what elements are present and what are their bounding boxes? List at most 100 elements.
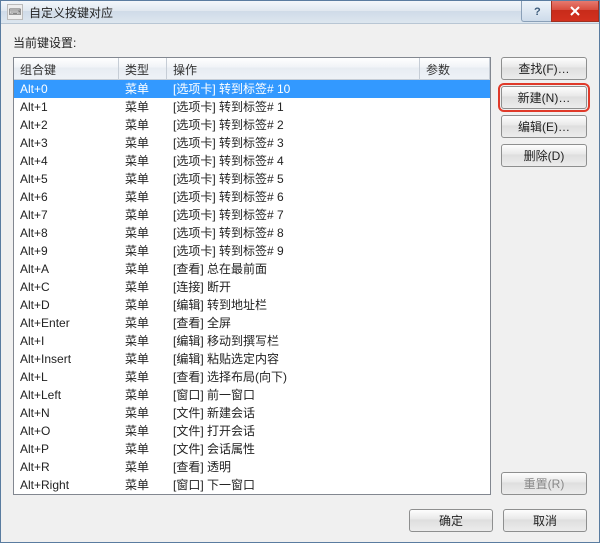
main-content: 组合键 类型 操作 参数 Alt+0菜单[选项卡] 转到标签# 10Alt+1菜…	[13, 57, 587, 495]
cell-type: 菜单	[119, 404, 167, 422]
cell-op: [文件] 新建会话	[167, 404, 420, 422]
cell-key: Alt+5	[14, 170, 119, 188]
cell-key: Alt+8	[14, 224, 119, 242]
cell-key: Alt+4	[14, 152, 119, 170]
cell-op: [窗口] 下一窗口	[167, 476, 420, 494]
app-icon: ⌨	[7, 4, 23, 20]
list-header: 组合键 类型 操作 参数	[14, 58, 490, 80]
cell-type: 菜单	[119, 116, 167, 134]
close-button[interactable]	[551, 1, 599, 22]
help-button[interactable]: ?	[521, 1, 551, 22]
side-spacer	[501, 173, 587, 466]
column-header-type[interactable]: 类型	[119, 58, 167, 79]
cell-op: [选项卡] 转到标签# 1	[167, 98, 420, 116]
edit-button[interactable]: 编辑(E)…	[501, 115, 587, 138]
bottom-buttons: 确定 取消	[13, 495, 587, 532]
cell-type: 菜单	[119, 134, 167, 152]
cell-param	[420, 296, 490, 314]
table-row[interactable]: Alt+L菜单[查看] 选择布局(向下)	[14, 368, 490, 386]
cancel-button[interactable]: 取消	[503, 509, 587, 532]
column-header-param[interactable]: 参数	[420, 58, 490, 79]
cell-type: 菜单	[119, 260, 167, 278]
table-row[interactable]: Alt+R菜单[查看] 透明	[14, 458, 490, 476]
cell-op: [查看] 透明	[167, 458, 420, 476]
ok-button[interactable]: 确定	[409, 509, 493, 532]
table-row[interactable]: Alt+O菜单[文件] 打开会话	[14, 422, 490, 440]
cell-param	[420, 404, 490, 422]
table-row[interactable]: Alt+5菜单[选项卡] 转到标签# 5	[14, 170, 490, 188]
cell-param	[420, 332, 490, 350]
cell-type: 菜单	[119, 170, 167, 188]
cell-op: [选项卡] 转到标签# 5	[167, 170, 420, 188]
table-row[interactable]: Alt+N菜单[文件] 新建会话	[14, 404, 490, 422]
cell-param	[420, 476, 490, 494]
find-button[interactable]: 查找(F)…	[501, 57, 587, 80]
cell-type: 菜单	[119, 440, 167, 458]
cell-param	[420, 188, 490, 206]
cell-param	[420, 278, 490, 296]
column-header-key[interactable]: 组合键	[14, 58, 119, 79]
cell-op: [选项卡] 转到标签# 8	[167, 224, 420, 242]
cell-op: [文件] 会话属性	[167, 440, 420, 458]
table-row[interactable]: Alt+0菜单[选项卡] 转到标签# 10	[14, 80, 490, 98]
cell-op: [选项卡] 转到标签# 6	[167, 188, 420, 206]
svg-text:?: ?	[534, 6, 541, 17]
table-row[interactable]: Alt+Left菜单[窗口] 前一窗口	[14, 386, 490, 404]
cell-op: [编辑] 移动到撰写栏	[167, 332, 420, 350]
current-keys-label: 当前键设置:	[13, 34, 587, 51]
list-body[interactable]: Alt+0菜单[选项卡] 转到标签# 10Alt+1菜单[选项卡] 转到标签# …	[14, 80, 490, 494]
cell-type: 菜单	[119, 242, 167, 260]
table-row[interactable]: Alt+Right菜单[窗口] 下一窗口	[14, 476, 490, 494]
cell-key: Alt+2	[14, 116, 119, 134]
cell-type: 菜单	[119, 368, 167, 386]
cell-op: [文件] 打开会话	[167, 422, 420, 440]
cell-op: [查看] 总在最前面	[167, 260, 420, 278]
table-row[interactable]: Alt+P菜单[文件] 会话属性	[14, 440, 490, 458]
key-list[interactable]: 组合键 类型 操作 参数 Alt+0菜单[选项卡] 转到标签# 10Alt+1菜…	[13, 57, 491, 495]
reset-button[interactable]: 重置(R)	[501, 472, 587, 495]
table-row[interactable]: Alt+1菜单[选项卡] 转到标签# 1	[14, 98, 490, 116]
cell-type: 菜单	[119, 332, 167, 350]
table-row[interactable]: Alt+Enter菜单[查看] 全屏	[14, 314, 490, 332]
table-row[interactable]: Alt+2菜单[选项卡] 转到标签# 2	[14, 116, 490, 134]
cell-key: Alt+0	[14, 80, 119, 98]
table-row[interactable]: Alt+9菜单[选项卡] 转到标签# 9	[14, 242, 490, 260]
table-row[interactable]: Alt+A菜单[查看] 总在最前面	[14, 260, 490, 278]
cell-type: 菜单	[119, 278, 167, 296]
titlebar-buttons: ?	[521, 1, 599, 22]
delete-button[interactable]: 删除(D)	[501, 144, 587, 167]
cell-op: [查看] 选择布局(向下)	[167, 368, 420, 386]
table-row[interactable]: Alt+C菜单[连接] 断开	[14, 278, 490, 296]
table-row[interactable]: Alt+4菜单[选项卡] 转到标签# 4	[14, 152, 490, 170]
table-row[interactable]: Alt+Insert菜单[编辑] 粘贴选定内容	[14, 350, 490, 368]
table-row[interactable]: Alt+I菜单[编辑] 移动到撰写栏	[14, 332, 490, 350]
cell-op: [选项卡] 转到标签# 10	[167, 80, 420, 98]
cell-key: Alt+A	[14, 260, 119, 278]
column-header-op[interactable]: 操作	[167, 58, 420, 79]
cell-op: [编辑] 转到地址栏	[167, 296, 420, 314]
table-row[interactable]: Alt+D菜单[编辑] 转到地址栏	[14, 296, 490, 314]
side-buttons: 查找(F)… 新建(N)… 编辑(E)… 删除(D) 重置(R)	[501, 57, 587, 495]
cell-op: [窗口] 前一窗口	[167, 386, 420, 404]
cell-key: Alt+Right	[14, 476, 119, 494]
cell-key: Alt+R	[14, 458, 119, 476]
cell-op: [编辑] 粘贴选定内容	[167, 350, 420, 368]
dialog-window: ⌨ 自定义按键对应 ? 当前键设置: 组合键 类型 操作 参数 Alt+0菜单[…	[0, 0, 600, 543]
cell-param	[420, 152, 490, 170]
cell-param	[420, 134, 490, 152]
new-button[interactable]: 新建(N)…	[501, 86, 587, 109]
window-title: 自定义按键对应	[29, 4, 113, 21]
table-row[interactable]: Alt+7菜单[选项卡] 转到标签# 7	[14, 206, 490, 224]
cell-type: 菜单	[119, 350, 167, 368]
cell-key: Alt+O	[14, 422, 119, 440]
table-row[interactable]: Alt+3菜单[选项卡] 转到标签# 3	[14, 134, 490, 152]
cell-type: 菜单	[119, 386, 167, 404]
cell-type: 菜单	[119, 152, 167, 170]
cell-type: 菜单	[119, 188, 167, 206]
cell-key: Alt+L	[14, 368, 119, 386]
cell-param	[420, 242, 490, 260]
table-row[interactable]: Alt+6菜单[选项卡] 转到标签# 6	[14, 188, 490, 206]
cell-param	[420, 116, 490, 134]
cell-type: 菜单	[119, 224, 167, 242]
table-row[interactable]: Alt+8菜单[选项卡] 转到标签# 8	[14, 224, 490, 242]
